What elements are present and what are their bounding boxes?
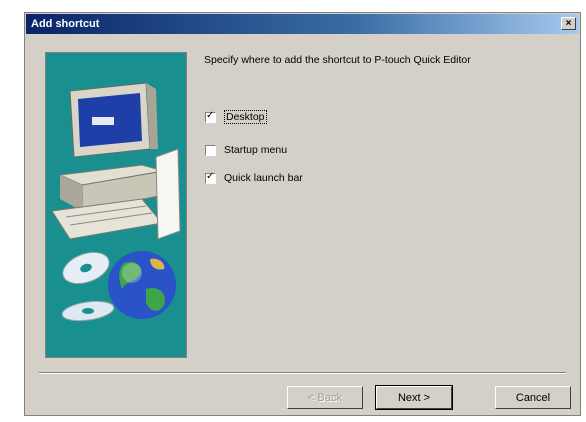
add-shortcut-dialog: Add shortcut × Specify where to add the … bbox=[24, 12, 581, 416]
option-quick-launch-bar[interactable]: ✓ Quick launch bar bbox=[205, 170, 303, 184]
instruction-text: Specify where to add the shortcut to P-t… bbox=[204, 54, 471, 66]
desktop-label[interactable]: Desktop bbox=[224, 110, 267, 124]
window-title: Add shortcut bbox=[31, 18, 100, 30]
startup-menu-label[interactable]: Startup menu bbox=[224, 144, 287, 156]
checkmark-icon: ✓ bbox=[206, 170, 215, 182]
button-separator bbox=[39, 372, 566, 374]
quick-launch-bar-checkbox[interactable]: ✓ bbox=[205, 170, 216, 184]
startup-menu-checkbox[interactable] bbox=[205, 144, 216, 156]
cancel-button[interactable]: Cancel bbox=[495, 386, 571, 409]
close-button[interactable]: × bbox=[561, 17, 576, 30]
desktop-checkbox[interactable]: ✓ bbox=[205, 109, 216, 123]
back-button[interactable]: < Back bbox=[287, 386, 363, 409]
title-bar[interactable]: Add shortcut × bbox=[26, 14, 579, 34]
close-icon: × bbox=[565, 18, 572, 29]
checkmark-icon: ✓ bbox=[206, 109, 215, 121]
quick-launch-bar-label[interactable]: Quick launch bar bbox=[224, 172, 303, 184]
option-startup-menu[interactable]: Startup menu bbox=[205, 144, 287, 156]
next-button[interactable]: Next > bbox=[375, 385, 453, 410]
computer-icon bbox=[51, 82, 181, 240]
globe-icon bbox=[108, 251, 176, 319]
wizard-illustration bbox=[45, 52, 187, 358]
cd-discs-icon bbox=[61, 251, 115, 322]
option-desktop[interactable]: ✓ Desktop bbox=[205, 110, 267, 124]
